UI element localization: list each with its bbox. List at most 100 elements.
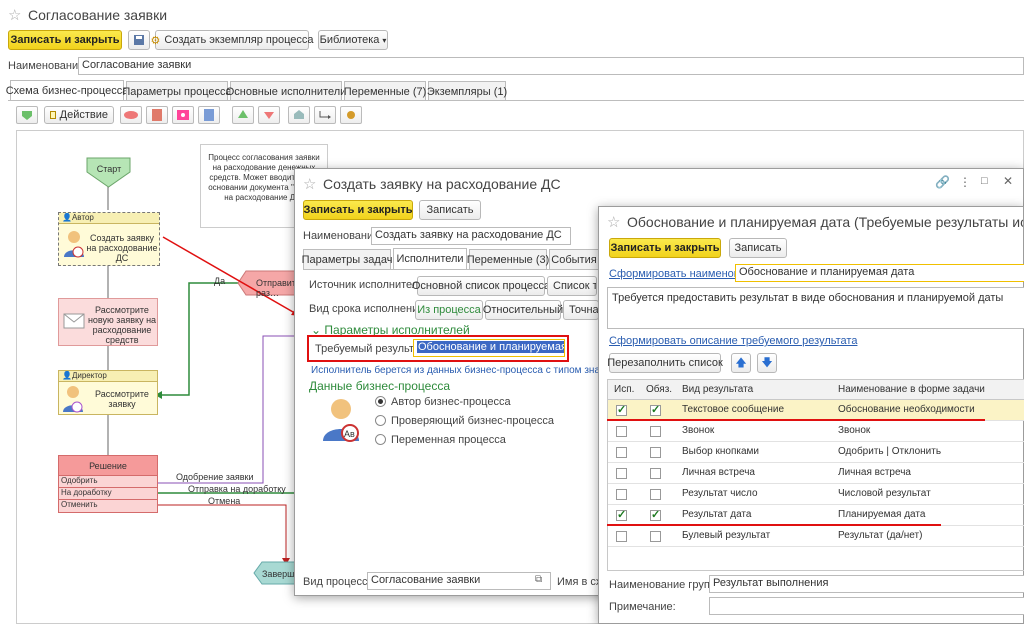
edge-label-yes: Да: [214, 276, 226, 286]
required-checkbox[interactable]: [650, 508, 661, 521]
col-use[interactable]: Исп.: [614, 384, 634, 395]
deadline-from-process[interactable]: Из процесса: [415, 300, 483, 320]
author-task-node[interactable]: 👤Автор Создать заявку на расходование ДС: [58, 212, 160, 266]
use-checkbox[interactable]: [616, 531, 627, 542]
required-results-window: ☆ Обоснование и планируемая дата (Требуе…: [598, 206, 1024, 624]
form-name-cell: Числовой результат: [838, 488, 931, 499]
col-kind[interactable]: Вид результата: [682, 384, 753, 395]
open-icon[interactable]: ⧉: [535, 574, 542, 585]
tab-events[interactable]: События: [549, 249, 599, 269]
edge-label-rework: Отправка на доработку: [188, 484, 286, 494]
group-name-field[interactable]: Результат выполнения: [709, 575, 1024, 593]
radio-variable[interactable]: [375, 434, 386, 445]
tab-executors[interactable]: Исполнители: [393, 248, 467, 269]
required-checkbox[interactable]: [650, 468, 661, 479]
refill-list-button[interactable]: Перезаполнить список: [607, 353, 723, 373]
deadline-relative[interactable]: Относительный: [483, 300, 563, 320]
radio-author[interactable]: [375, 396, 386, 407]
save-button[interactable]: Записать: [419, 200, 481, 220]
radio-reviewer[interactable]: [375, 415, 386, 426]
table-row[interactable]: Текстовое сообщение Обоснование необходим…: [608, 400, 1024, 421]
note-field[interactable]: [709, 597, 1024, 615]
send-node-label[interactable]: Отправит… раз…: [256, 278, 296, 298]
table-row[interactable]: Личная встреча Личная встреча: [608, 463, 1024, 484]
result-kind-cell: Текстовое сообщение: [682, 404, 785, 415]
author-header: 👤Автор: [59, 213, 159, 224]
radio-variable-label: Переменная процесса: [391, 434, 506, 446]
required-checkbox[interactable]: [650, 489, 661, 500]
table-header: Исп. Обяз. Вид результата Наименование в…: [608, 380, 1024, 400]
save-close-button[interactable]: Записать и закрыть: [609, 238, 721, 258]
table-row[interactable]: Выбор кнопками Одобрить | Отклонить: [608, 442, 1024, 463]
form-name-cell: Результат (да/нет): [838, 530, 923, 541]
more-icon[interactable]: ⋮: [959, 175, 971, 189]
description-field[interactable]: Требуется предоставить результат в виде …: [607, 287, 1024, 329]
form-desc-link[interactable]: Сформировать описание требуемого результ…: [609, 335, 857, 347]
use-checkbox[interactable]: [616, 426, 627, 437]
name-field[interactable]: Создать заявку на расходование ДС: [371, 227, 571, 245]
exec-source-text[interactable]: Список текс…: [547, 276, 597, 296]
director-task-label: Рассмотрите заявку: [95, 389, 149, 409]
director-head-label: Директор: [71, 371, 107, 380]
form-name-cell: Звонок: [838, 425, 871, 436]
form-name-cell: Планируемая дата: [838, 509, 926, 520]
table-row[interactable]: Булевый результат Результат (да/нет): [608, 526, 1024, 547]
window-title: Создать заявку на расходование ДС: [323, 176, 561, 192]
use-checkbox[interactable]: [616, 489, 627, 500]
tab-task-params[interactable]: Параметры задач: [302, 249, 392, 269]
tab-variables[interactable]: Переменные (3): [467, 249, 549, 269]
required-checkbox[interactable]: [650, 426, 661, 437]
required-checkbox[interactable]: [650, 531, 661, 542]
process-type-field[interactable]: Согласование заявки: [367, 572, 551, 590]
use-checkbox[interactable]: [616, 468, 627, 479]
result-kind-cell: Результат дата: [682, 509, 752, 520]
save-close-button[interactable]: Записать и закрыть: [303, 200, 413, 220]
link-icon[interactable]: 🔗: [935, 175, 950, 189]
maximize-icon[interactable]: □: [981, 175, 988, 187]
move-down-icon[interactable]: 🡇: [757, 353, 777, 373]
director-task-node[interactable]: 👤Директор Рассмотрите заявку: [58, 370, 158, 415]
author-task-label: Создать заявку на расходование ДС: [86, 233, 158, 263]
required-result-value: Обоснование и планируемая дата: [417, 341, 564, 353]
deadline-exact[interactable]: Точная…: [563, 300, 599, 320]
process-type-label: Вид процесса:: [303, 576, 377, 588]
decision-option-rework[interactable]: На доработку: [59, 488, 157, 500]
exec-source-main[interactable]: Основной список процесса: [412, 276, 550, 296]
radio-reviewer-label: Проверяющий бизнес-процесса: [391, 415, 555, 427]
result-kind-cell: Выбор кнопками: [682, 446, 759, 457]
move-up-icon[interactable]: 🡅: [731, 353, 751, 373]
table-row[interactable]: Звонок Звонок: [608, 421, 1024, 442]
note-label: Примечание:: [609, 601, 676, 613]
required-checkbox[interactable]: [650, 403, 661, 416]
mail-icon: [63, 313, 85, 332]
author-avatar-icon: [63, 230, 85, 261]
use-checkbox[interactable]: [616, 403, 627, 416]
director-avatar-icon: [63, 385, 83, 416]
col-required[interactable]: Обяз.: [646, 384, 672, 395]
use-checkbox[interactable]: [616, 508, 627, 521]
required-result-field[interactable]: Обоснование и планируемая дата: [413, 339, 565, 357]
favorite-star-icon[interactable]: ☆: [607, 213, 620, 231]
table-row[interactable]: Результат число Числовой результат: [608, 484, 1024, 505]
start-node[interactable]: Старт: [88, 164, 130, 174]
form-name-field[interactable]: Обоснование и планируемая дата: [735, 264, 1024, 282]
form-name-cell: Одобрить | Отклонить: [838, 446, 942, 457]
col-form-name[interactable]: Наименование в форме задачи: [838, 384, 985, 395]
favorite-star-icon[interactable]: ☆: [303, 175, 316, 193]
finish-node-label[interactable]: Заверш…: [262, 569, 298, 579]
review-task-node[interactable]: Рассмотрите новую заявку на расходование…: [58, 298, 158, 346]
window-title: Обоснование и планируемая дата (Требуемы…: [627, 214, 1023, 230]
bp-data-header: Данные бизнес-процесса: [309, 379, 450, 393]
author-head-label: Автор: [71, 213, 94, 222]
decision-option-cancel[interactable]: Отменить: [59, 500, 157, 512]
result-kind-cell: Личная встреча: [682, 467, 755, 478]
save-button[interactable]: Записать: [729, 238, 787, 258]
underline-highlight: [607, 524, 941, 526]
table-row[interactable]: Результат дата Планируемая дата: [608, 505, 1024, 526]
required-checkbox[interactable]: [650, 447, 661, 458]
decision-option-approve[interactable]: Одобрить: [59, 476, 157, 488]
close-icon[interactable]: ✕: [1003, 174, 1013, 188]
decision-node[interactable]: Решение Одобрить На доработку Отменить: [58, 455, 158, 513]
user-icon: 👤: [62, 371, 72, 380]
use-checkbox[interactable]: [616, 447, 627, 458]
